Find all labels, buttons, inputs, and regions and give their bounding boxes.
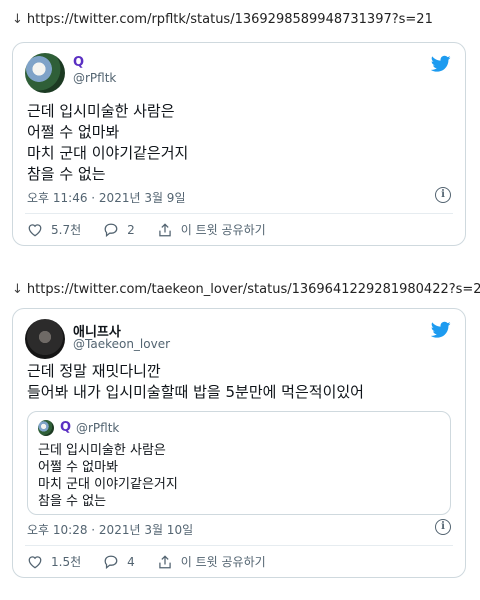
like-count: 1.5천 [51,555,82,569]
avatar[interactable] [25,53,65,93]
tweet-actions: 5.7천 2 이 트윗 공유하기 [27,221,451,238]
like-button[interactable]: 5.7천 [27,221,81,238]
divider [25,545,453,546]
quoted-author-handle: @rPfltk [76,421,120,435]
quoted-tweet-text: 근데 입시미술한 사람은 어쩔 수 없마봐 마치 군대 이야기같은거지 참을 수… [38,443,178,509]
share-label: 이 트윗 공유하기 [180,223,266,237]
comment-icon [104,555,118,569]
comment-icon [104,223,118,237]
reply-count: 4 [127,554,135,569]
tweet2-card[interactable]: 애니프사 @Taekeon_lover 근데 정말 재밋다니깐 들어봐 내가 입… [12,308,466,578]
heart-icon [28,223,42,236]
share-icon [159,222,171,236]
tweet2-url[interactable]: https://twitter.com/taekeon_lover/status… [27,282,480,297]
tweet2-url-line: ↓ https://twitter.com/taekeon_lover/statu… [12,282,480,297]
quoted-avatar [38,420,54,436]
tweet-text: 근데 정말 재밋다니깐 들어봐 내가 입시미술할때 밥을 5분만에 먹은적이있어 [27,362,364,401]
author-name[interactable]: Q [73,55,84,70]
avatar[interactable] [25,319,65,359]
share-button[interactable]: 이 트윗 공유하기 [157,553,266,570]
twitter-bird-icon[interactable] [431,55,451,73]
reply-count: 2 [127,222,135,237]
tweet-timestamp[interactable]: 오후 10:28 · 2021년 3월 10일 [27,521,193,538]
tweet-actions: 1.5천 4 이 트윗 공유하기 [27,553,451,570]
tweet-timestamp[interactable]: 오후 11:46 · 2021년 3월 9일 [27,189,185,206]
down-arrow-icon: ↓ [12,282,23,297]
share-label: 이 트윗 공유하기 [180,555,266,569]
tweet1-url[interactable]: https://twitter.com/rpfltk/status/136929… [27,12,433,27]
like-button[interactable]: 1.5천 [27,553,81,570]
info-icon[interactable]: i [435,519,451,535]
author-handle[interactable]: @rPfltk [73,71,116,85]
share-button[interactable]: 이 트윗 공유하기 [157,221,266,238]
tweet1-card[interactable]: Q @rPfltk 근데 입시미술한 사람은 어쩔 수 없마봐 마치 군대 이야… [12,42,466,246]
twitter-bird-icon[interactable] [431,321,451,339]
share-icon [159,554,171,568]
author-handle[interactable]: @Taekeon_lover [73,337,170,351]
tweet-text: 근데 입시미술한 사람은 어쩔 수 없마봐 마치 군대 이야기같은거지 참을 수… [27,102,189,183]
reply-button[interactable]: 2 [103,223,135,237]
tweet1-url-line: ↓ https://twitter.com/rpfltk/status/13692… [12,12,433,27]
quoted-author-name: Q [60,420,72,435]
reply-button[interactable]: 4 [103,555,135,569]
down-arrow-icon: ↓ [12,12,23,27]
heart-icon [28,555,42,568]
divider [25,213,453,214]
info-icon[interactable]: i [435,187,451,203]
quoted-tweet[interactable]: Q @rPfltk 근데 입시미술한 사람은 어쩔 수 없마봐 마치 군대 이야… [27,411,451,515]
like-count: 5.7천 [51,223,82,237]
